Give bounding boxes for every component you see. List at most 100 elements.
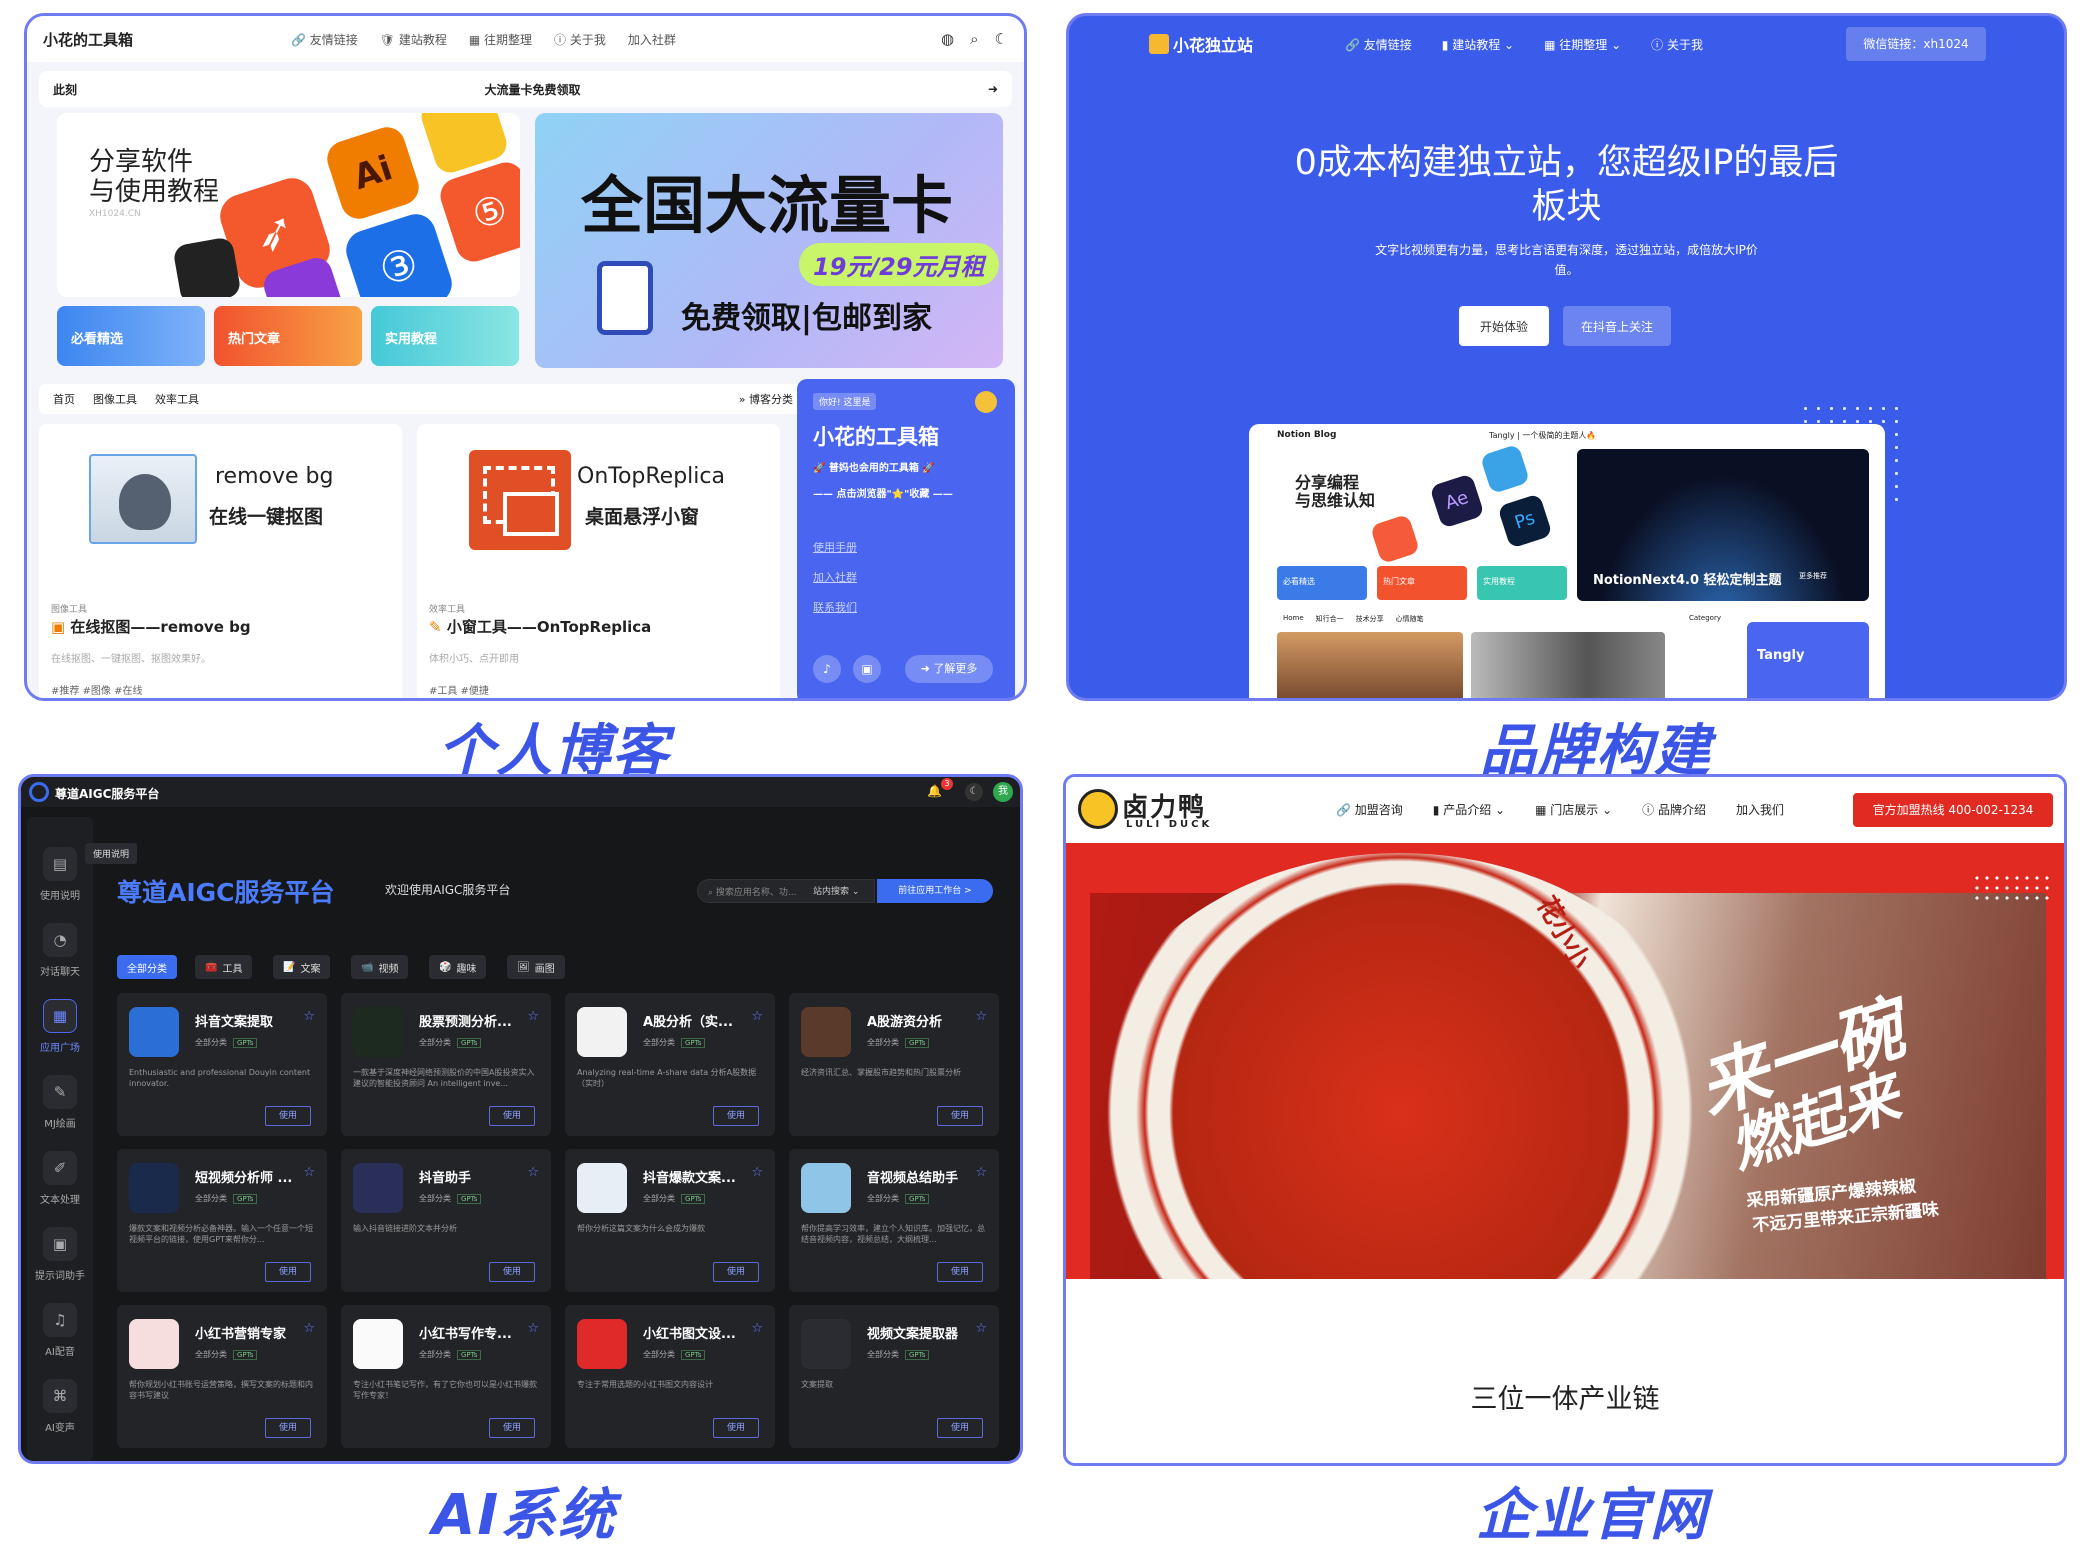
side-link-manual[interactable]: 使用手册 bbox=[813, 539, 857, 555]
app-card[interactable]: 小红书营销专家 全部分类 GPTs ☆ 帮你规划小红书账号运营策略，撰写文案的标题和内容… bbox=[117, 1305, 327, 1448]
nav-join-consult[interactable]: 🔗 加盟咨询 bbox=[1336, 801, 1403, 818]
category-link[interactable]: » 博客分类 bbox=[739, 391, 805, 407]
use-button[interactable]: 使用 bbox=[713, 1418, 759, 1438]
post-category[interactable]: 图像工具 bbox=[51, 602, 87, 615]
nav-join-us[interactable]: 加入我们 bbox=[1736, 801, 1784, 818]
side-app-square[interactable]: ▦ 应用广场 bbox=[27, 999, 93, 1054]
preview-category[interactable]: Category bbox=[1689, 614, 1721, 622]
preview-tab[interactable]: 技术分享 bbox=[1356, 614, 1384, 624]
tab-home[interactable]: 首页 bbox=[53, 391, 75, 407]
use-button[interactable]: 使用 bbox=[937, 1418, 983, 1438]
use-button[interactable]: 使用 bbox=[265, 1418, 311, 1438]
quick-tutorial[interactable]: 实用教程 bbox=[371, 306, 519, 366]
search-icon[interactable]: ⌕ bbox=[970, 30, 978, 48]
use-button[interactable]: 使用 bbox=[937, 1262, 983, 1282]
quick-hot[interactable]: 热门文章 bbox=[214, 306, 362, 366]
chip-draw[interactable]: 🖼 画图 bbox=[507, 955, 565, 979]
use-button[interactable]: 使用 bbox=[265, 1106, 311, 1126]
preview-hero-btn[interactable]: 更多推荐 bbox=[1799, 571, 1827, 581]
ai-app-title[interactable]: 尊道AIGC服务平台 bbox=[55, 785, 159, 802]
star-icon[interactable]: ☆ bbox=[975, 1321, 987, 1336]
app-card[interactable]: 视频文案提取器 全部分类 GPTs ☆ 文案提取 使用 bbox=[789, 1305, 999, 1448]
app-card[interactable]: 抖音助手 全部分类 GPTs ☆ 输入抖音链接进阶文本并分析 使用 bbox=[341, 1149, 551, 1292]
preview-tab[interactable]: 心情随笔 bbox=[1396, 614, 1424, 624]
user-avatar[interactable]: 我 bbox=[993, 782, 1013, 802]
moon-icon[interactable]: ☾ bbox=[995, 30, 1008, 48]
post-tags[interactable]: #推荐 #图像 #在线 bbox=[51, 682, 143, 697]
post-title[interactable]: ✎ 小窗工具——OnTopReplica bbox=[429, 616, 651, 637]
theme-toggle-icon[interactable]: ☾ bbox=[965, 783, 983, 801]
star-icon[interactable]: ☆ bbox=[975, 1165, 987, 1180]
preview-tab[interactable]: Home bbox=[1283, 614, 1304, 624]
use-button[interactable]: 使用 bbox=[489, 1418, 535, 1438]
side-voice[interactable]: ♫ AI配音 bbox=[27, 1303, 93, 1358]
share-banner[interactable]: 分享软件 与使用教程 XH1024.CN ➶ Ai ③ ⑤ bbox=[57, 113, 520, 297]
chip-video[interactable]: 📹 视频 bbox=[351, 955, 409, 979]
nav-about[interactable]: ⓘ 关于我 bbox=[554, 31, 606, 48]
star-icon[interactable]: ☆ bbox=[751, 1009, 763, 1024]
notice-bar[interactable]: 此刻 大流量卡免费领取 ➜ bbox=[39, 71, 1012, 107]
tiktok-icon[interactable]: ♪ bbox=[813, 655, 841, 683]
start-button[interactable]: 开始体验 bbox=[1459, 306, 1549, 346]
go-workbench-button[interactable]: 前往应用工作台 > bbox=[877, 879, 993, 903]
star-icon[interactable]: ☆ bbox=[527, 1009, 539, 1024]
side-voice-change[interactable]: ⌘ AI变声 bbox=[27, 1379, 93, 1434]
nav-stores[interactable]: ▦ 门店展示 ⌄ bbox=[1535, 801, 1612, 818]
post-title[interactable]: ▣ 在线抠图——remove bg bbox=[51, 616, 251, 637]
hotline-button[interactable]: 官方加盟热线 400-002-1234 bbox=[1853, 793, 2053, 827]
theme-icon[interactable]: ◍ bbox=[941, 30, 954, 48]
star-icon[interactable]: ☆ bbox=[303, 1009, 315, 1024]
app-card[interactable]: 抖音文案提取 全部分类 GPTs ☆ Enthusiastic and professi… bbox=[117, 993, 327, 1136]
tab-efficiency-tools[interactable]: 效率工具 bbox=[155, 391, 199, 407]
use-button[interactable]: 使用 bbox=[713, 1262, 759, 1282]
star-icon[interactable]: ☆ bbox=[751, 1165, 763, 1180]
use-button[interactable]: 使用 bbox=[937, 1106, 983, 1126]
app-card[interactable]: 短视频分析师 ... 全部分类 GPTs ☆ 爆款文案和视频分析必备神器。输入一个任意一… bbox=[117, 1149, 327, 1292]
search-scope-select[interactable]: 站内搜索 ⌄ bbox=[813, 884, 859, 897]
app-card[interactable]: 小红书图文设... 全部分类 GPTs ☆ 专注于常用选题的小红书图文内容设计 使用 bbox=[565, 1305, 775, 1448]
chip-all[interactable]: 全部分类 bbox=[117, 955, 177, 979]
side-prompt[interactable]: ▣ 提示词助手 bbox=[27, 1227, 93, 1282]
nav-about[interactable]: ⓘ 关于我 bbox=[1651, 36, 1703, 53]
preview-quick-1[interactable]: 必看精选 bbox=[1277, 566, 1367, 600]
bilibili-icon[interactable]: ▣ bbox=[853, 655, 881, 683]
wechat-button[interactable]: 微信链接：xh1024 bbox=[1846, 27, 1986, 61]
use-button[interactable]: 使用 bbox=[265, 1262, 311, 1282]
preview-tab[interactable]: 知行合一 bbox=[1316, 614, 1344, 624]
nav-tutorial[interactable]: ▮ 建站教程 ⌄ bbox=[1442, 36, 1514, 53]
chip-fun[interactable]: 🎲 趣味 bbox=[429, 955, 487, 979]
nav-brand[interactable]: ⓘ 品牌介绍 bbox=[1642, 801, 1706, 818]
brand-logo[interactable]: 小花独立站 bbox=[1149, 32, 1253, 56]
star-icon[interactable]: ☆ bbox=[303, 1165, 315, 1180]
preview-hero[interactable]: NotionNext4.0 轻松定制主题 更多推荐 bbox=[1577, 449, 1869, 601]
data-card-banner[interactable]: 全国大流量卡 19元/29元月租 免费领取|包邮到家 bbox=[535, 113, 1003, 368]
star-icon[interactable]: ☆ bbox=[527, 1165, 539, 1180]
star-icon[interactable]: ☆ bbox=[527, 1321, 539, 1336]
star-icon[interactable]: ☆ bbox=[751, 1321, 763, 1336]
star-icon[interactable]: ☆ bbox=[975, 1009, 987, 1024]
post-tags[interactable]: #工具 #便捷 bbox=[429, 682, 489, 697]
chip-tools[interactable]: 🧰 工具 bbox=[195, 955, 253, 979]
preview-quick-3[interactable]: 实用教程 bbox=[1477, 566, 1567, 600]
side-link-community[interactable]: 加入社群 bbox=[813, 569, 857, 585]
app-card[interactable]: 小红书写作专... 全部分类 GPTs ☆ 专注小红书笔记写作，有了它你也可以是小红书爆… bbox=[341, 1305, 551, 1448]
nav-join[interactable]: 加入社群 bbox=[628, 31, 676, 48]
use-button[interactable]: 使用 bbox=[489, 1106, 535, 1126]
tab-image-tools[interactable]: 图像工具 bbox=[93, 391, 137, 407]
use-button[interactable]: 使用 bbox=[489, 1262, 535, 1282]
app-card[interactable]: 抖音爆款文案... 全部分类 GPTs ☆ 帮你分析这篇文案为什么会成为爆款 使用 bbox=[565, 1149, 775, 1292]
nav-products[interactable]: ▮ 产品介绍 ⌄ bbox=[1433, 801, 1505, 818]
side-chat[interactable]: ◔ 对话聊天 bbox=[27, 923, 93, 978]
blog-brand[interactable]: 小花的工具箱 bbox=[43, 29, 291, 50]
use-button[interactable]: 使用 bbox=[713, 1106, 759, 1126]
quick-featured[interactable]: 必看精选 bbox=[57, 306, 205, 366]
bell-icon[interactable]: 🔔 bbox=[927, 784, 942, 798]
side-mj[interactable]: ✎ MJ绘画 bbox=[27, 1075, 93, 1130]
chip-copy[interactable]: 📝 文案 bbox=[273, 955, 331, 979]
side-manual[interactable]: ▤ 使用说明 bbox=[27, 847, 93, 902]
nav-friend-links[interactable]: 🔗 友情链接 bbox=[291, 31, 358, 48]
app-card[interactable]: 音视频总结助手 全部分类 GPTs ☆ 帮你提高学习效率，建立个人知识库。加强记忆，总结… bbox=[789, 1149, 999, 1292]
app-card[interactable]: 股票预测分析... 全部分类 GPTs ☆ 一款基于深度神经网络预测股价的中国A股投资实… bbox=[341, 993, 551, 1136]
app-card[interactable]: A股分析（实... 全部分类 GPTs ☆ Analyzing real-time A-… bbox=[565, 993, 775, 1136]
star-icon[interactable]: ☆ bbox=[303, 1321, 315, 1336]
